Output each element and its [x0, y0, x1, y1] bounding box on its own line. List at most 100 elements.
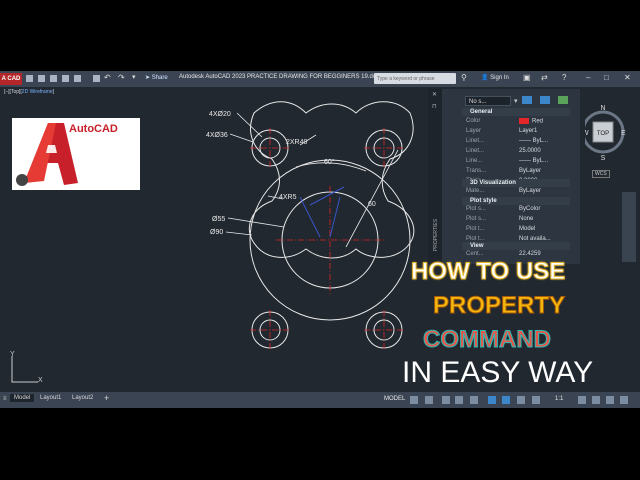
open-file-icon[interactable] — [38, 75, 45, 82]
plot-icon[interactable] — [93, 75, 100, 82]
annotation-scale[interactable]: 1:1 — [555, 396, 563, 402]
navigation-bar[interactable] — [622, 192, 636, 262]
sign-in-button[interactable]: 👤 Sign In — [481, 74, 509, 81]
property-value[interactable]: ByLayer — [519, 168, 541, 174]
property-name: Plot s... — [466, 206, 487, 212]
property-value[interactable]: —— ByL... — [519, 138, 548, 144]
new-file-icon[interactable] — [26, 75, 33, 82]
dim-text: 60 — [368, 201, 376, 208]
add-layout-button[interactable]: + — [104, 393, 109, 403]
selection-dropdown[interactable]: No s... — [465, 96, 511, 106]
property-value[interactable]: 25.0000 — [519, 148, 541, 154]
customize-icon[interactable] — [620, 396, 628, 404]
property-name: Color — [466, 118, 481, 124]
property-value[interactable]: Model — [519, 226, 535, 232]
property-value[interactable]: None — [519, 216, 533, 222]
save-icon[interactable] — [50, 75, 57, 82]
dim-text: Ø90 — [210, 229, 223, 236]
search-placeholder: Type a keyword or phrase — [377, 76, 435, 82]
dim-text: 4XØ36 — [206, 132, 228, 139]
compass-s[interactable]: S — [601, 155, 606, 162]
menu-icon[interactable]: ≡ — [3, 396, 7, 402]
property-name: Plot t... — [466, 226, 485, 232]
overlay-line-4: IN EASY WAY — [402, 356, 594, 389]
viewcube[interactable]: TOP N W E S — [585, 100, 629, 170]
minimize-icon[interactable]: – — [586, 74, 590, 82]
property-name: Linet... — [466, 148, 485, 154]
select-objects-icon[interactable] — [540, 96, 550, 104]
property-value[interactable]: 22.4259 — [519, 251, 541, 257]
property-name: Layer — [466, 128, 482, 134]
overlay-line-3: COMMAND — [423, 326, 552, 354]
property-name: Mate... — [466, 188, 485, 194]
property-name: Linet... — [466, 138, 485, 144]
layout-tabs-bar: ≡ Model Layout1 Layout2 + MODEL 1:1 — [0, 392, 640, 408]
close-icon[interactable]: ✕ — [624, 74, 631, 82]
ucs-x-label: X — [38, 377, 43, 384]
isolate-icon[interactable] — [606, 396, 614, 404]
share-button[interactable]: ➤ Share — [145, 74, 168, 81]
polar-icon[interactable] — [455, 396, 463, 404]
exchange-icon[interactable]: ⇄ — [541, 74, 548, 82]
redo-icon[interactable]: ↷ — [118, 73, 125, 82]
property-name: Plot s... — [466, 216, 487, 222]
title-bar: A CAD ↶ ↷ ▾ ➤ Share Autodesk AutoCAD 202… — [0, 71, 640, 87]
property-value-text: Red — [532, 118, 544, 125]
lineweight-icon[interactable] — [502, 396, 510, 404]
viewcube-top-label[interactable]: TOP — [597, 131, 609, 137]
osnap-icon[interactable] — [470, 396, 478, 404]
palette-side-label: PROPERTIES — [433, 218, 440, 252]
property-value[interactable]: Layer1 — [519, 128, 537, 134]
plus-icon[interactable] — [592, 396, 600, 404]
ucs-icon: Y X — [10, 351, 43, 384]
property-name: Cent... — [466, 251, 484, 257]
color-swatch — [519, 118, 529, 124]
property-value[interactable]: ByColor — [519, 206, 540, 212]
viz-section-header[interactable]: 3D Visualization — [462, 179, 570, 187]
overlay-line-1: HOW TO USE — [410, 258, 566, 286]
selection-cycling-icon[interactable] — [517, 396, 525, 404]
tab-model[interactable]: Model — [10, 394, 35, 402]
dim-text: 4XR5 — [279, 194, 297, 201]
view-section-header[interactable]: View — [462, 242, 570, 250]
chevron-down-icon[interactable]: ▾ — [514, 97, 518, 105]
toggle-pickadd-icon[interactable] — [522, 96, 532, 104]
general-section-header[interactable]: General — [462, 108, 570, 116]
workspace-gear-icon[interactable] — [578, 396, 586, 404]
snap-icon[interactable] — [425, 396, 433, 404]
tab-layout2[interactable]: Layout2 — [72, 395, 93, 401]
annotation-visibility-icon[interactable] — [532, 396, 540, 404]
web-open-icon[interactable] — [74, 75, 81, 82]
share-label: Share — [151, 75, 168, 81]
grid-icon[interactable] — [410, 396, 418, 404]
search-icon[interactable]: ⚲ — [461, 74, 467, 82]
property-value[interactable]: Red — [519, 118, 543, 125]
property-value[interactable]: ByLayer — [519, 188, 541, 194]
save-as-icon[interactable] — [62, 75, 69, 82]
property-name: Trans... — [466, 168, 487, 174]
compass-n[interactable]: N — [600, 105, 605, 112]
workspace-dropdown-icon[interactable]: ▾ — [132, 73, 136, 81]
compass-w[interactable]: W — [585, 130, 589, 137]
cart-icon[interactable]: ▣ — [523, 74, 531, 82]
wcs-menu[interactable]: WCS — [592, 170, 610, 178]
tab-layout1[interactable]: Layout1 — [40, 395, 61, 401]
dim-text: 60° — [324, 158, 335, 166]
compass-e[interactable]: E — [621, 130, 626, 137]
osnap-tracking-icon[interactable] — [488, 396, 496, 404]
ortho-icon[interactable] — [442, 396, 450, 404]
part-drawing[interactable]: 4XØ20 4XØ36 2XR40 60° 4XR5 60 Ø55 Ø90 — [0, 87, 430, 392]
property-value[interactable]: —— ByL... — [519, 158, 548, 164]
undo-icon[interactable]: ↶ — [104, 73, 111, 82]
close-icon[interactable]: ✕ — [432, 91, 437, 98]
model-space-button[interactable]: MODEL — [384, 396, 405, 402]
maximize-icon[interactable]: □ — [604, 74, 609, 82]
quick-select-icon[interactable] — [558, 96, 568, 104]
autocad-app-icon[interactable]: A CAD — [0, 73, 22, 85]
properties-palette[interactable]: ✕ ⊓ PROPERTIES No s... ▾ General Color Re… — [428, 89, 580, 264]
ucs-y-label: Y — [10, 351, 15, 358]
plot-section-header[interactable]: Plot style — [462, 197, 570, 205]
search-input[interactable]: Type a keyword or phrase — [374, 73, 456, 84]
pin-icon[interactable]: ⊓ — [432, 103, 437, 110]
help-icon[interactable]: ? — [562, 74, 566, 82]
